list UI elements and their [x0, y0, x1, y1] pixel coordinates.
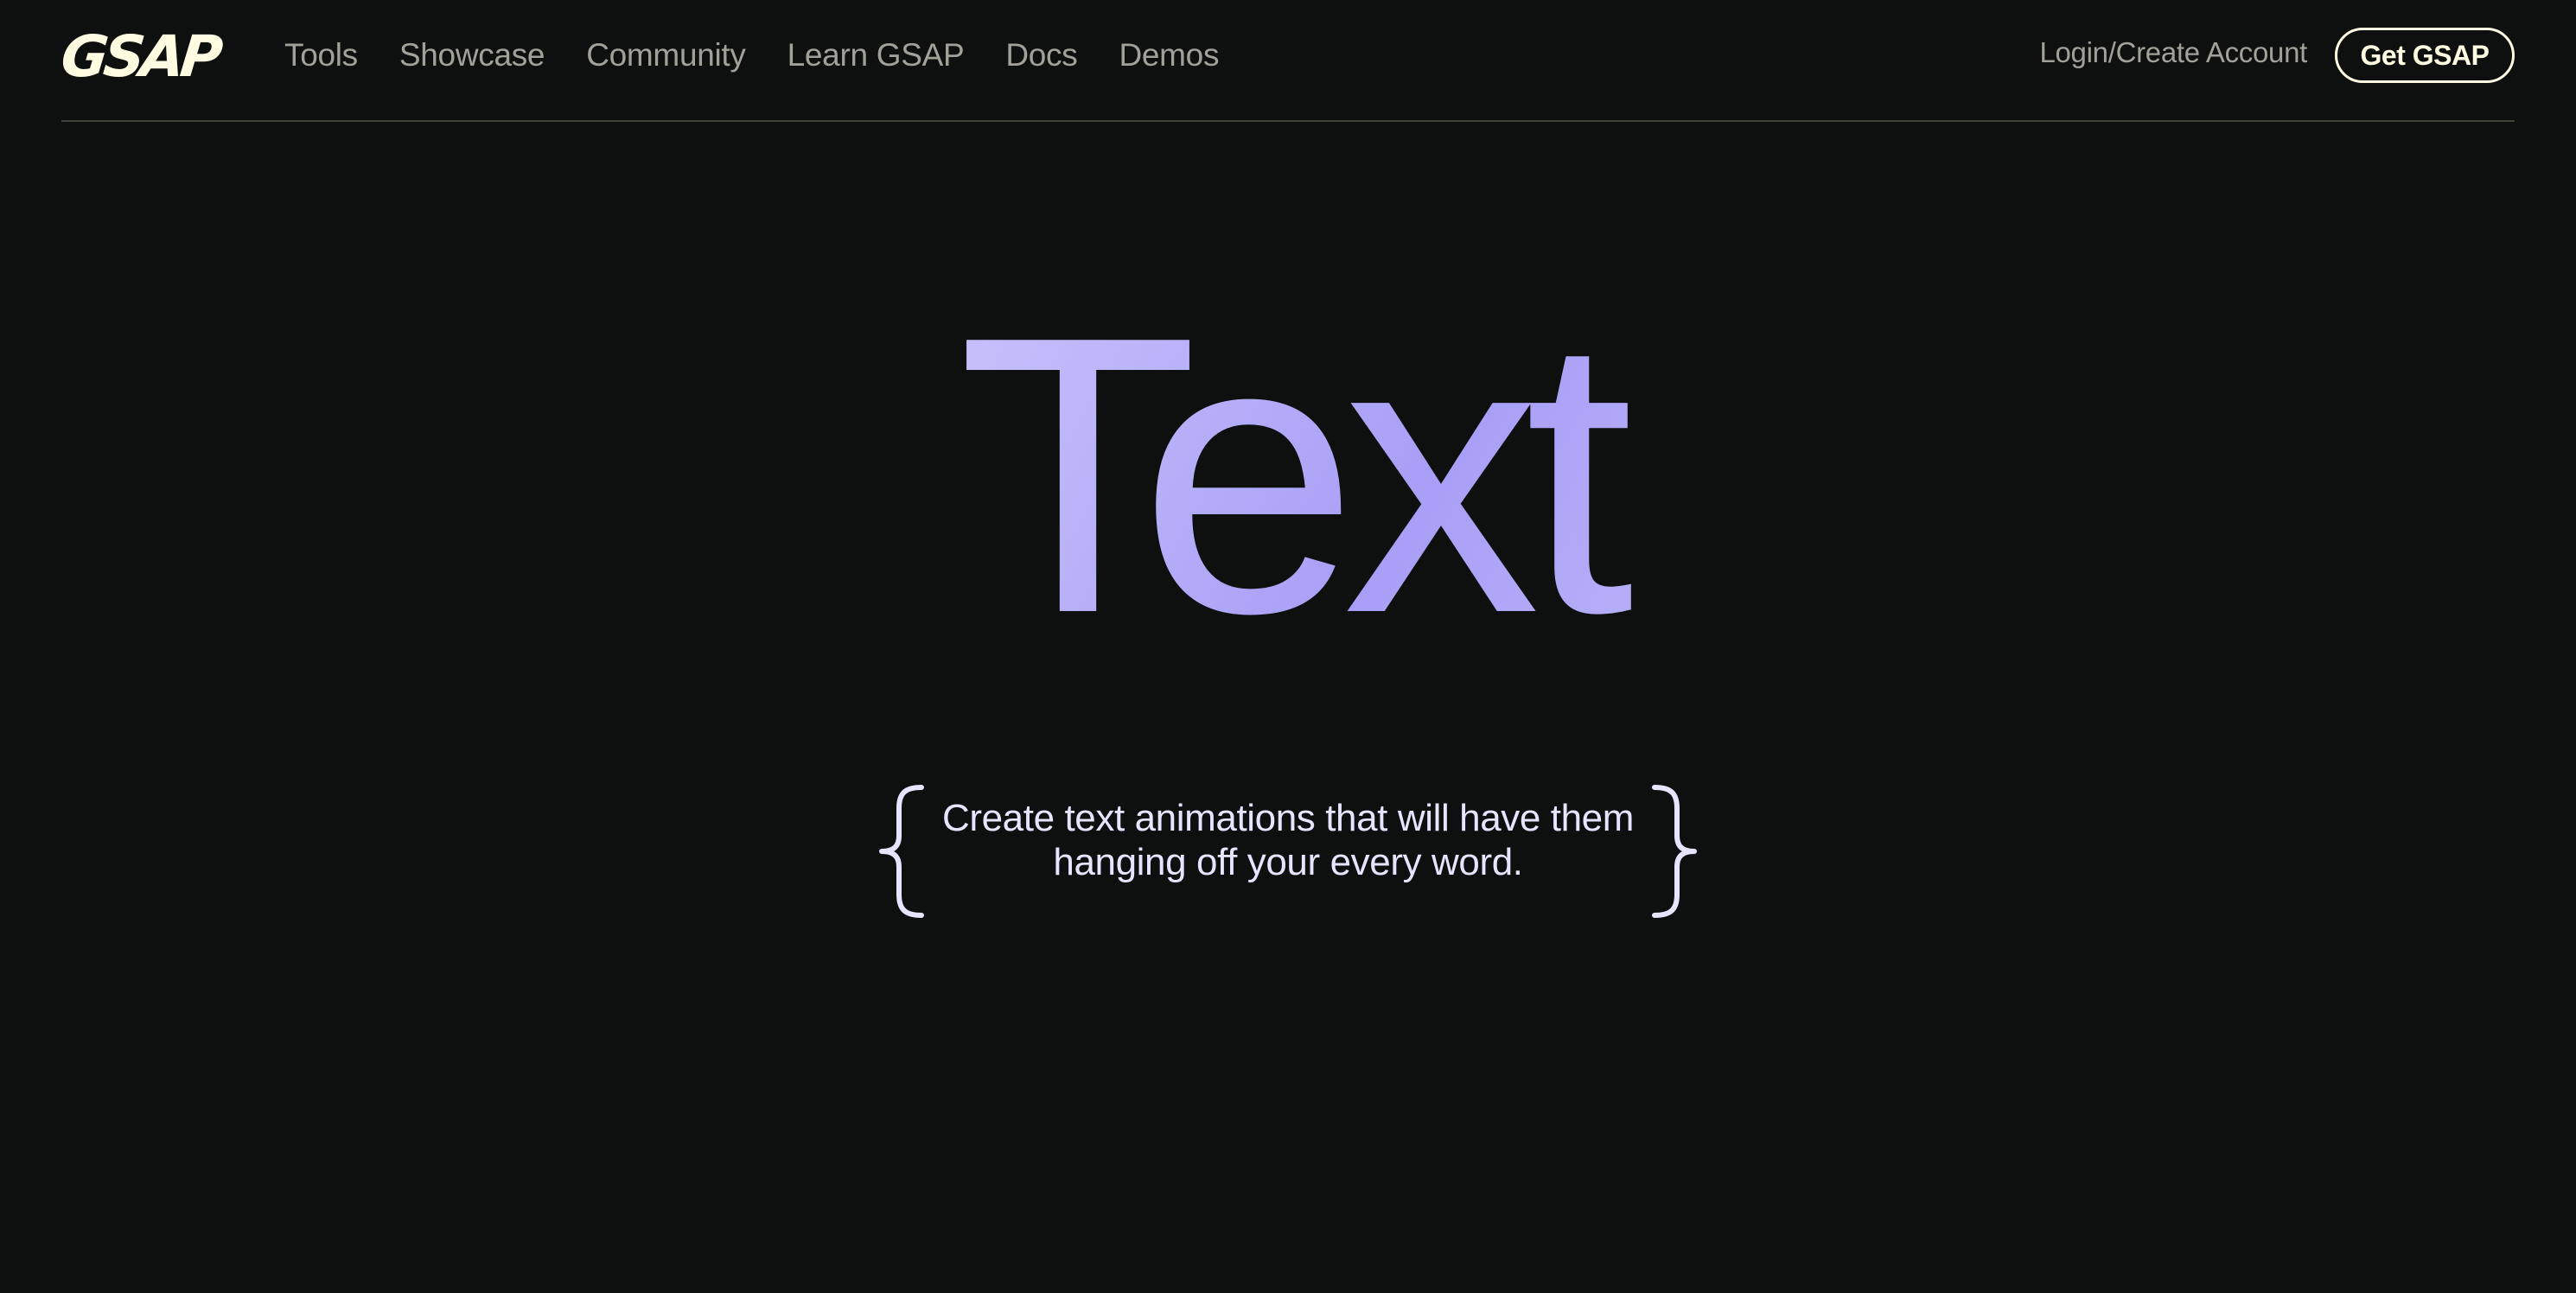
nav-item-community[interactable]: Community [586, 37, 746, 73]
tagline-text: Create text animations that will have th… [925, 796, 1651, 884]
tagline-line-1: Create text animations that will have th… [941, 797, 1635, 839]
get-gsap-button[interactable]: Get GSAP [2335, 28, 2515, 83]
nav-item-tools[interactable]: Tools [284, 37, 358, 73]
login-create-account-link[interactable]: Login/Create Account [2039, 36, 2307, 69]
gsap-logo[interactable]: GSAP [58, 23, 221, 90]
site-header: GSAP Tools Showcase Community Learn GSAP… [58, 0, 2515, 122]
tagline-line-2: hanging off your every word. [1053, 841, 1523, 883]
main-nav: Tools Showcase Community Learn GSAP Docs… [284, 31, 1219, 80]
tagline: Create text animations that will have th… [873, 782, 1703, 920]
hero-title: Text [0, 277, 2576, 672]
nav-item-showcase[interactable]: Showcase [399, 37, 545, 73]
left-curly-brace-icon [879, 785, 924, 918]
nav-item-demos[interactable]: Demos [1119, 37, 1219, 73]
hero-section: Text Create text animations that will ha… [0, 122, 2576, 1293]
nav-item-docs[interactable]: Docs [1005, 37, 1077, 73]
right-curly-brace-icon [1652, 785, 1697, 918]
nav-item-learn-gsap[interactable]: Learn GSAP [787, 37, 965, 73]
